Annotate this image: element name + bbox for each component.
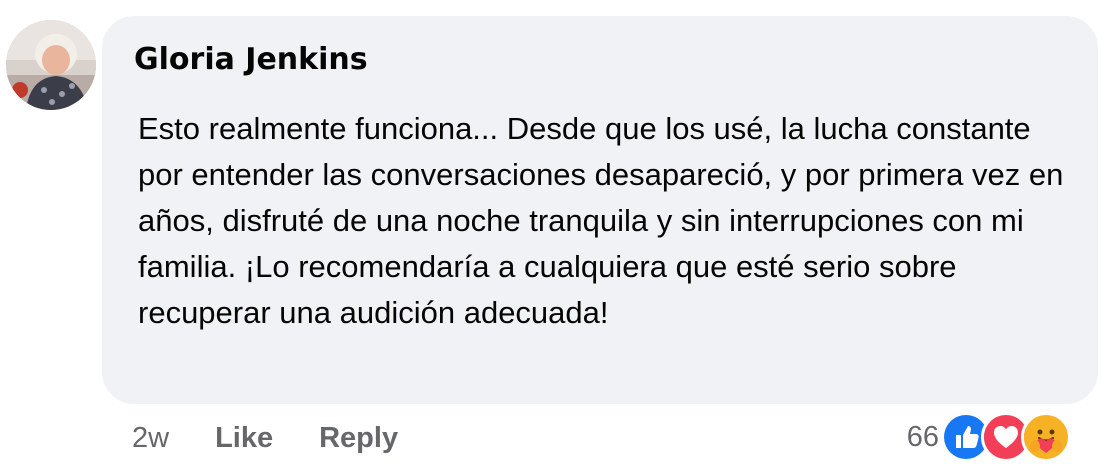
comment-bubble: Gloria Jenkins Esto realmente funciona..… [102,16,1098,404]
comment-timestamp[interactable]: 2w [132,422,169,455]
reaction-icons [941,412,1071,462]
avatar[interactable] [6,20,96,110]
reaction-summary[interactable]: 66 [907,412,1071,462]
reaction-count: 66 [906,420,939,453]
comment-text: Esto realmente funciona... Desde que los… [138,111,1064,330]
comment-author[interactable]: Gloria Jenkins [134,42,368,77]
reply-button[interactable]: Reply [319,422,398,455]
profile-photo-icon [6,20,96,110]
like-button[interactable]: Like [215,422,273,455]
comment-actions: 2w Like Reply [132,418,444,458]
care-reaction-icon [1021,412,1071,462]
